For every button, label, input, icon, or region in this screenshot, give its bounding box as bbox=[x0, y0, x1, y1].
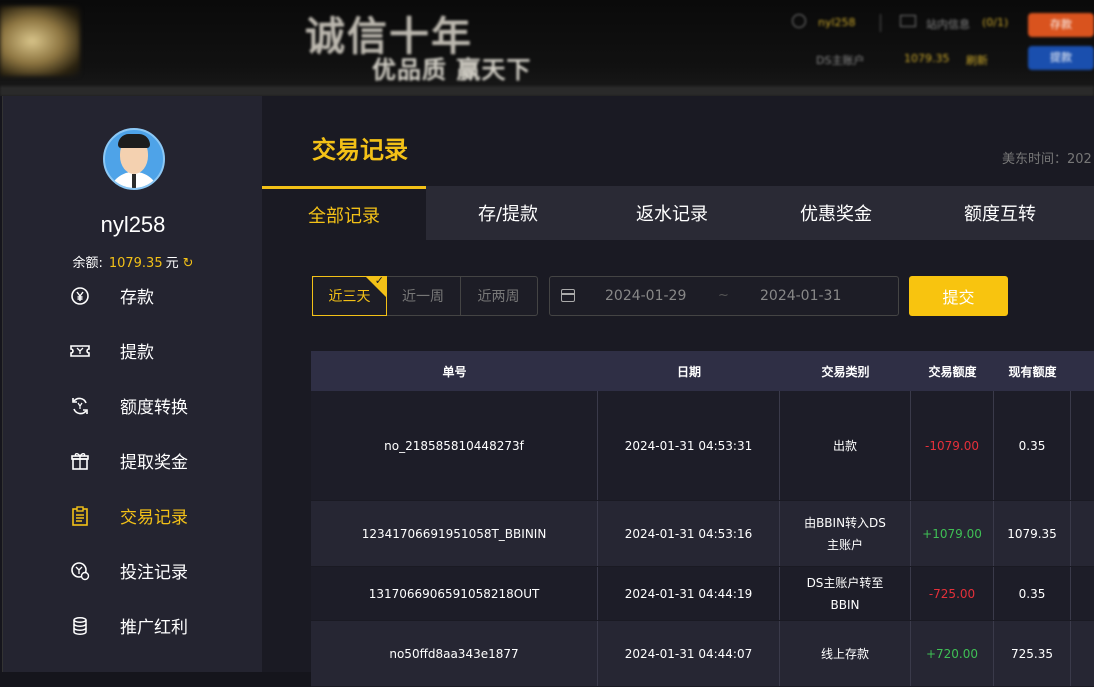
cell-balance: 1079.35 bbox=[994, 501, 1071, 566]
cell-type: DS主账户转至BBIN bbox=[780, 567, 911, 620]
cell-balance: 0.35 bbox=[994, 391, 1071, 500]
yen-circle-icon bbox=[69, 285, 91, 307]
cell-date: 2024-01-31 04:53:16 bbox=[598, 501, 780, 566]
title-bar: 交易记录 美东时间：202 bbox=[262, 96, 1094, 186]
sidebar-item-label: 提取奖金 bbox=[120, 453, 188, 473]
cell-amount: +720.00 bbox=[911, 621, 994, 686]
header-date: 日期 bbox=[676, 364, 701, 379]
tab-transfer[interactable]: 额度互转 bbox=[918, 186, 1082, 240]
table-row: 12341706691951058T_BBININ 2024-01-31 04:… bbox=[311, 501, 1094, 567]
check-icon: ✓ bbox=[374, 274, 384, 287]
banner-withdraw-button[interactable]: 提款 bbox=[1028, 46, 1094, 70]
cell-type: 出款 bbox=[780, 391, 911, 500]
range-three-days[interactable]: 近三天 ✓ bbox=[312, 274, 387, 316]
range-one-week[interactable]: 近一周 bbox=[386, 277, 461, 315]
tab-all-records[interactable]: 全部记录 bbox=[262, 186, 426, 240]
banner-username[interactable]: nyl258 bbox=[818, 16, 856, 29]
sidebar-item-withdraw[interactable]: 提款 bbox=[3, 323, 263, 378]
bet-record-icon bbox=[69, 560, 91, 582]
submit-button[interactable]: 提交 bbox=[909, 276, 1008, 316]
tab-deposit-withdraw[interactable]: 存/提款 bbox=[426, 186, 590, 240]
sidebar-item-label: 存款 bbox=[120, 288, 154, 308]
banner-logo-art bbox=[0, 6, 80, 76]
sidebar-item-label: 提款 bbox=[120, 343, 154, 363]
tab-rebate[interactable]: 返水记录 bbox=[590, 186, 754, 240]
date-separator: ~ bbox=[718, 288, 729, 303]
header-order-no: 单号 bbox=[442, 364, 467, 379]
cell-date: 2024-01-31 04:44:07 bbox=[598, 621, 780, 686]
table-row: 1317066906591058218OUT 2024-01-31 04:44:… bbox=[311, 567, 1094, 621]
cell-type: 由BBIN转入DS主账户 bbox=[780, 501, 911, 566]
sidebar-item-bets[interactable]: 投注记录 bbox=[3, 543, 263, 598]
gift-icon bbox=[69, 450, 91, 472]
cell-order-no: no_218585810448273f bbox=[311, 391, 598, 500]
coins-icon bbox=[69, 615, 91, 637]
message-icon[interactable] bbox=[900, 15, 916, 27]
main-panel: 交易记录 美东时间：202 全部记录 存/提款 返水记录 优惠奖金 额度互转 近… bbox=[262, 96, 1094, 687]
date-range-picker[interactable]: 2024-01-29 ~ 2024-01-31 bbox=[549, 276, 899, 316]
top-banner: 诚信十年 优品质 赢天下 nyl258 站内信息 (0/1) 存款 DS主账户 … bbox=[0, 0, 1094, 96]
cell-amount: -725.00 bbox=[911, 567, 994, 620]
sidebar: nyl258 余额: 1079.35 元 ↻ 存款 提款 额度转换 提取奖金 交… bbox=[2, 96, 262, 672]
sidebar-item-transactions[interactable]: 交易记录 bbox=[3, 488, 263, 543]
header-amount: 交易额度 bbox=[928, 364, 977, 379]
cell-date: 2024-01-31 04:53:31 bbox=[598, 391, 780, 500]
date-end[interactable]: 2024-01-31 bbox=[760, 288, 841, 304]
banner-refresh-link[interactable]: 刷新 bbox=[966, 52, 988, 68]
sidebar-item-bonus[interactable]: 提取奖金 bbox=[3, 433, 263, 488]
range-two-weeks[interactable]: 近两周 bbox=[461, 277, 536, 315]
sidebar-item-transfer[interactable]: 额度转换 bbox=[3, 378, 263, 433]
calendar-icon bbox=[561, 289, 575, 302]
header-type: 交易类别 bbox=[821, 364, 870, 379]
banner-account-label: DS主账户 bbox=[816, 54, 865, 67]
transaction-table: 单号 日期 交易类别 交易额度 现有额度 no_218585810448273f… bbox=[311, 351, 1094, 687]
header-balance: 现有额度 bbox=[1008, 364, 1057, 379]
avatar bbox=[103, 128, 165, 190]
ticket-icon bbox=[69, 340, 91, 362]
cell-balance: 0.35 bbox=[994, 567, 1071, 620]
cell-extra bbox=[1071, 501, 1094, 566]
cell-order-no: 12341706691951058T_BBININ bbox=[311, 501, 598, 566]
table-row: no_218585810448273f 2024-01-31 04:53:31 … bbox=[311, 391, 1094, 501]
banner-account-balance: 1079.35 bbox=[904, 52, 950, 65]
sidebar-item-label: 交易记录 bbox=[120, 508, 188, 528]
record-tabs: 全部记录 存/提款 返水记录 优惠奖金 额度互转 bbox=[262, 186, 1094, 240]
sidebar-item-label: 推广红利 bbox=[120, 618, 188, 638]
sidebar-username: nyl258 bbox=[100, 212, 166, 237]
banner-nav-strip bbox=[0, 86, 1094, 96]
banner-messages-link[interactable]: 站内信息 bbox=[926, 16, 970, 32]
sidebar-item-label: 投注记录 bbox=[120, 563, 188, 583]
sidebar-menu: 存款 提款 额度转换 提取奖金 交易记录 投注记录 推广红利 bbox=[3, 268, 263, 653]
cell-amount: +1079.00 bbox=[911, 501, 994, 566]
banner-deposit-button[interactable]: 存款 bbox=[1028, 13, 1094, 37]
cell-type: 线上存款 bbox=[780, 621, 911, 686]
sidebar-item-label: 额度转换 bbox=[120, 398, 188, 418]
cell-extra bbox=[1071, 567, 1094, 620]
cell-order-no: no50ffd8aa343e1877 bbox=[311, 621, 598, 686]
sidebar-item-deposit[interactable]: 存款 bbox=[3, 268, 263, 323]
page-title: 交易记录 bbox=[312, 136, 408, 164]
cell-date: 2024-01-31 04:44:19 bbox=[598, 567, 780, 620]
cell-order-no: 1317066906591058218OUT bbox=[311, 567, 598, 620]
cell-extra bbox=[1071, 391, 1094, 500]
sidebar-item-promotion[interactable]: 推广红利 bbox=[3, 598, 263, 653]
banner-messages-count: (0/1) bbox=[982, 16, 1009, 29]
cell-extra bbox=[1071, 621, 1094, 686]
clipboard-icon bbox=[69, 505, 91, 527]
banner-slogan-sub: 优品质 赢天下 bbox=[372, 55, 532, 84]
quick-range-group: 近三天 ✓ 近一周 近两周 bbox=[312, 274, 538, 316]
cell-balance: 725.35 bbox=[994, 621, 1071, 686]
eastern-time-label: 美东时间：202 bbox=[1002, 152, 1092, 167]
table-header: 单号 日期 交易类别 交易额度 现有额度 bbox=[311, 351, 1094, 391]
banner-divider bbox=[880, 14, 881, 32]
date-start[interactable]: 2024-01-29 bbox=[605, 288, 686, 304]
exchange-icon bbox=[69, 395, 91, 417]
cell-amount: -1079.00 bbox=[911, 391, 994, 500]
tab-promo-bonus[interactable]: 优惠奖金 bbox=[754, 186, 918, 240]
table-row: no50ffd8aa343e1877 2024-01-31 04:44:07 线… bbox=[311, 621, 1094, 687]
user-icon bbox=[792, 14, 806, 28]
header-extra bbox=[1071, 351, 1094, 391]
